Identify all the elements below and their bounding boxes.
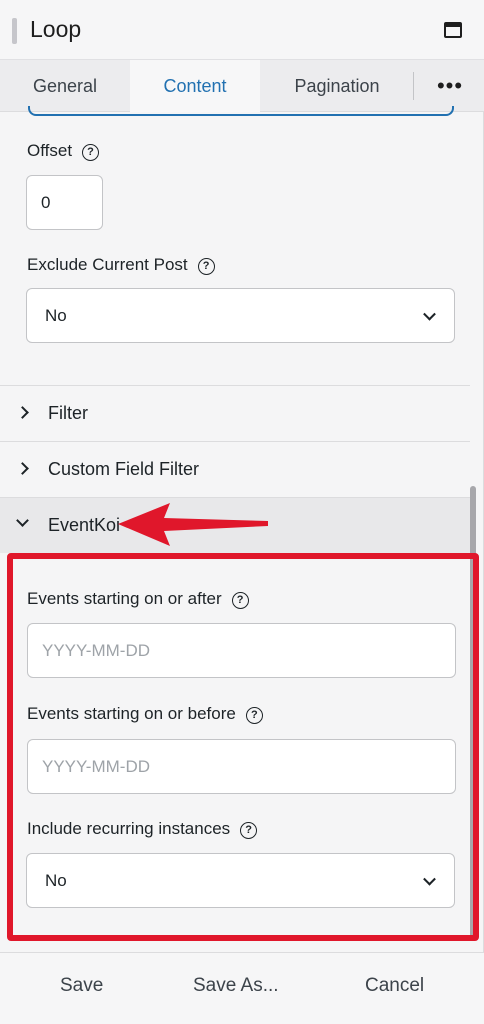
save-button[interactable]: Save [60,975,103,997]
help-icon[interactable]: ? [82,144,100,161]
help-icon[interactable]: ? [197,258,215,275]
section-custom-field-filter[interactable]: Custom Field Filter [0,441,470,497]
drag-handle[interactable] [12,18,17,44]
offset-input[interactable]: 0 [26,175,103,230]
section-eventkoi-label: EventKoi [48,515,121,535]
chevron-down-icon [423,307,436,321]
exclude-current-post-select[interactable]: No [26,288,455,343]
panel-title: Loop [30,16,82,42]
chevron-right-icon [16,406,29,419]
section-filter[interactable]: Filter [0,385,470,441]
tab-divider [413,72,414,100]
chevron-down-icon [16,514,29,527]
panel-header: Loop [0,0,484,60]
annotation-highlight-box [7,553,479,941]
window-icon[interactable] [444,22,462,38]
chevron-right-icon [16,462,29,475]
tab-content[interactable]: Content [130,60,260,112]
exclude-current-post-label: Exclude Current Post? [27,255,215,275]
exclude-current-post-label-text: Exclude Current Post [27,255,188,274]
cut-off-field-edge [28,106,454,116]
annotation-arrow-icon [118,503,268,546]
exclude-current-post-value: No [45,305,67,325]
section-filter-label: Filter [48,403,88,423]
save-as-button[interactable]: Save As... [193,975,279,997]
tab-general[interactable]: General [0,60,130,112]
section-custom-field-filter-label: Custom Field Filter [48,459,200,479]
tab-bar: General Content Pagination ••• [0,60,484,112]
panel-footer: Save Save As... Cancel [0,952,484,1024]
offset-label-text: Offset [27,141,73,160]
offset-label: Offset? [27,141,100,161]
tab-pagination[interactable]: Pagination [260,60,414,112]
cancel-button[interactable]: Cancel [365,975,424,997]
more-tabs-icon[interactable]: ••• [416,60,484,112]
